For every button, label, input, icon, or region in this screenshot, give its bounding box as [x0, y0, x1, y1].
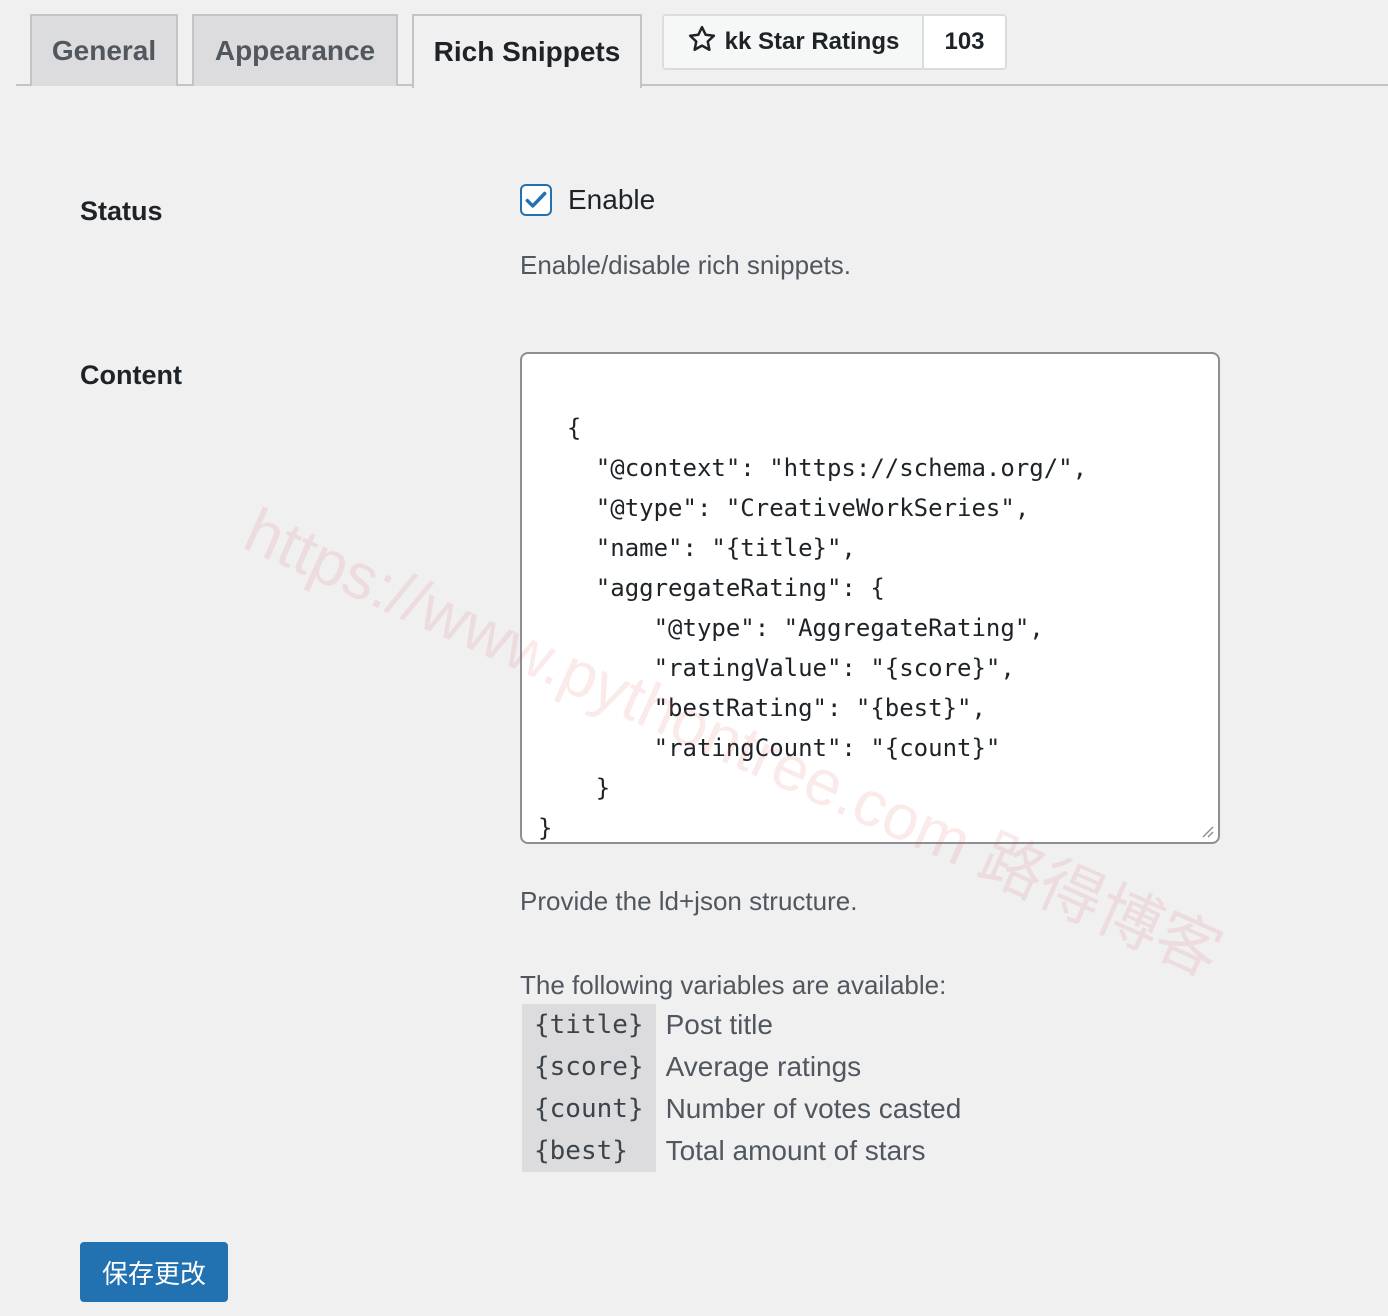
- plugin-badge[interactable]: kk Star Ratings 103: [662, 14, 1007, 70]
- variable-row: {best} Total amount of stars: [522, 1130, 961, 1172]
- content-description: Provide the ld+json structure.: [520, 886, 858, 916]
- variable-row: {score} Average ratings: [522, 1046, 961, 1088]
- plugin-name: kk Star Ratings: [724, 28, 900, 55]
- json-template-textarea[interactable]: { "@context": "https://schema.org/", "@t…: [520, 352, 1220, 844]
- variables-intro: The following variables are available:: [520, 970, 947, 1000]
- variable-code: {title}: [522, 1004, 656, 1046]
- variable-row: {count} Number of votes casted: [522, 1088, 961, 1130]
- resize-handle-icon[interactable]: [1200, 824, 1214, 838]
- content-label: Content: [80, 360, 182, 390]
- variable-description: Post title: [665, 1009, 773, 1040]
- variable-code: {score}: [522, 1046, 656, 1088]
- enable-checkbox[interactable]: [520, 184, 552, 216]
- plugin-name-section: kk Star Ratings: [664, 16, 924, 68]
- variable-code: {best}: [522, 1130, 656, 1172]
- star-outline-icon: [687, 24, 717, 61]
- json-template-text: { "@context": "https://schema.org/", "@t…: [538, 414, 1088, 842]
- variable-description: Average ratings: [665, 1051, 862, 1082]
- variable-description: Total amount of stars: [665, 1135, 926, 1166]
- status-description: Enable/disable rich snippets.: [520, 250, 851, 280]
- variable-row: {title} Post title: [522, 1004, 961, 1046]
- plugin-count: 103: [944, 28, 985, 55]
- variable-code: {count}: [522, 1088, 656, 1130]
- tab-rich-snippets[interactable]: Rich Snippets: [412, 14, 642, 88]
- status-label: Status: [80, 196, 163, 226]
- tab-general[interactable]: General: [30, 14, 178, 86]
- save-changes-button[interactable]: 保存更改: [80, 1242, 228, 1302]
- variables-table: {title} Post title {score} Average ratin…: [522, 1004, 961, 1172]
- checkmark-icon: [525, 191, 547, 208]
- tab-appearance[interactable]: Appearance: [192, 14, 398, 86]
- enable-label[interactable]: Enable: [568, 184, 655, 216]
- variable-description: Number of votes casted: [665, 1093, 962, 1124]
